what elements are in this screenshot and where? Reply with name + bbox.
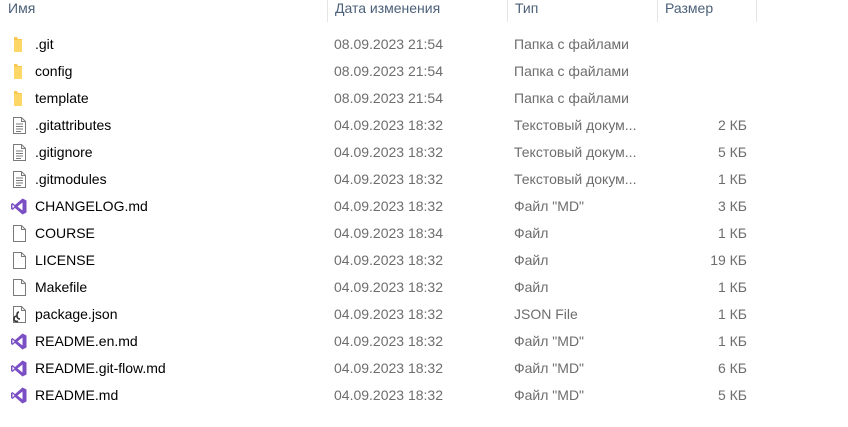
file-row[interactable]: README.en.md 04.09.2023 18:32 Файл "MD" 1 К…	[0, 328, 757, 355]
file-type: Текстовый докум...	[514, 144, 637, 160]
file-name: COURSE	[35, 225, 95, 241]
file-name: .git	[35, 36, 54, 52]
file-row[interactable]: package.json 04.09.2023 18:32 JSON File 1 К…	[0, 301, 757, 328]
file-name: config	[35, 63, 73, 79]
file-date-modified: 04.09.2023 18:32	[334, 333, 443, 349]
file-name: LICENSE	[35, 252, 95, 268]
file-type: Файл	[514, 252, 549, 268]
file-type: Папка с файлами	[514, 36, 629, 52]
file-name: template	[35, 90, 89, 106]
file-size: 5 КБ	[717, 144, 747, 160]
file-row[interactable]: COURSE 04.09.2023 18:34 Файл 1 КБ	[0, 220, 757, 247]
file-date-modified: 04.09.2023 18:32	[334, 252, 443, 268]
file-date-modified: 04.09.2023 18:34	[334, 225, 443, 241]
file-size: 6 КБ	[717, 360, 747, 376]
file-list: .git 08.09.2023 21:54 Папка с файлами confi…	[0, 31, 848, 409]
file-type: Файл "MD"	[514, 387, 585, 403]
file-date-modified: 08.09.2023 21:54	[334, 36, 443, 52]
column-header-bar: Имя Дата изменения Тип Размер	[0, 0, 848, 22]
visual-studio-icon	[10, 359, 28, 378]
file-date-modified: 04.09.2023 18:32	[334, 144, 443, 160]
file-date-modified: 04.09.2023 18:32	[334, 171, 443, 187]
file-type: Папка с файлами	[514, 90, 629, 106]
file-type: Текстовый докум...	[514, 171, 637, 187]
file-size: 2 КБ	[717, 117, 747, 133]
column-header-size[interactable]: Размер	[657, 0, 757, 22]
file-date-modified: 04.09.2023 18:32	[334, 198, 443, 214]
file-date-modified: 04.09.2023 18:32	[334, 360, 443, 376]
file-size	[657, 85, 747, 112]
file-size	[657, 58, 747, 85]
text-file-icon	[10, 143, 28, 162]
file-row[interactable]: config 08.09.2023 21:54 Папка с файлами	[0, 58, 757, 85]
file-date-modified: 04.09.2023 18:32	[334, 387, 443, 403]
file-name: .gitattributes	[35, 117, 112, 133]
file-size: 19 КБ	[710, 252, 747, 268]
folder-icon	[10, 89, 28, 108]
file-date-modified: 08.09.2023 21:54	[334, 63, 443, 79]
file-row[interactable]: .gitmodules 04.09.2023 18:32 Текстовый док…	[0, 166, 757, 193]
blank-file-icon	[10, 278, 28, 297]
file-type: JSON File	[514, 306, 578, 322]
file-date-modified: 08.09.2023 21:54	[334, 90, 443, 106]
column-header-date[interactable]: Дата изменения	[327, 0, 507, 22]
column-header-type[interactable]: Тип	[507, 0, 657, 22]
visual-studio-icon	[10, 386, 28, 405]
file-row[interactable]: .gitattributes 04.09.2023 18:32 Текстовый …	[0, 112, 757, 139]
file-type: Файл	[514, 279, 549, 295]
visual-studio-icon	[10, 332, 28, 351]
file-size: 1 КБ	[717, 225, 747, 241]
file-name: .gitmodules	[35, 171, 107, 187]
file-row[interactable]: .gitignore 04.09.2023 18:32 Текстовый доку…	[0, 139, 757, 166]
file-date-modified: 04.09.2023 18:32	[334, 306, 443, 322]
file-size	[657, 31, 747, 58]
file-row[interactable]: Makefile 04.09.2023 18:32 Файл 1 КБ	[0, 274, 757, 301]
blank-file-icon	[10, 224, 28, 243]
file-type: Текстовый докум...	[514, 117, 637, 133]
file-date-modified: 04.09.2023 18:32	[334, 279, 443, 295]
file-row[interactable]: CHANGELOG.md 04.09.2023 18:32 Файл "MD" 3 К…	[0, 193, 757, 220]
file-name: README.git-flow.md	[35, 360, 166, 376]
file-row[interactable]: README.md 04.09.2023 18:32 Файл "MD" 5 КБ	[0, 382, 757, 409]
file-type: Файл	[514, 225, 549, 241]
file-row[interactable]: .git 08.09.2023 21:54 Папка с файлами	[0, 31, 757, 58]
folder-icon	[10, 62, 28, 81]
file-size: 1 КБ	[717, 306, 747, 322]
visual-studio-icon	[10, 197, 28, 216]
column-header-name[interactable]: Имя	[0, 0, 327, 22]
folder-icon	[10, 35, 28, 54]
file-row[interactable]: LICENSE 04.09.2023 18:32 Файл 19 КБ	[0, 247, 757, 274]
file-name: CHANGELOG.md	[35, 198, 148, 214]
file-size: 5 КБ	[717, 387, 747, 403]
blank-file-icon	[10, 251, 28, 270]
file-name: README.md	[35, 387, 119, 403]
text-file-icon	[10, 170, 28, 189]
file-size: 1 КБ	[717, 171, 747, 187]
file-size: 1 КБ	[717, 333, 747, 349]
file-name: .gitignore	[35, 144, 93, 160]
json-file-icon	[10, 305, 28, 324]
file-size: 1 КБ	[717, 279, 747, 295]
file-name: README.en.md	[35, 333, 138, 349]
file-name: Makefile	[35, 279, 88, 295]
file-date-modified: 04.09.2023 18:32	[334, 117, 443, 133]
file-type: Файл "MD"	[514, 360, 585, 376]
file-row[interactable]: template 08.09.2023 21:54 Папка с файлами	[0, 85, 757, 112]
file-name: package.json	[35, 306, 118, 322]
text-file-icon	[10, 116, 28, 135]
file-type: Файл "MD"	[514, 198, 585, 214]
file-row[interactable]: README.git-flow.md 04.09.2023 18:32 Файл "…	[0, 355, 757, 382]
file-type: Папка с файлами	[514, 63, 629, 79]
file-type: Файл "MD"	[514, 333, 585, 349]
file-size: 3 КБ	[717, 198, 747, 214]
